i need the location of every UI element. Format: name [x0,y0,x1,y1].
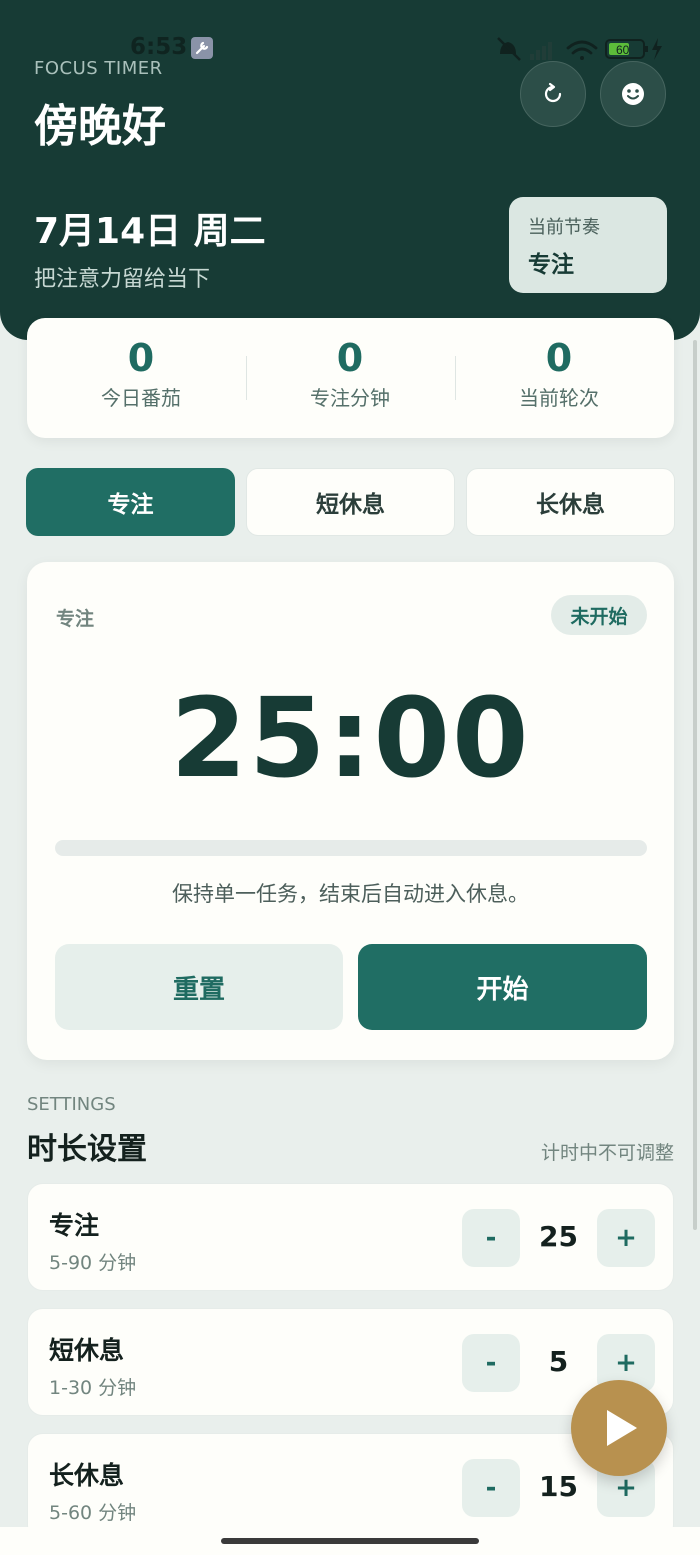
stat-tomatoes: 0 今日番茄 [41,336,241,411]
setting-name: 短休息 [49,1336,125,1365]
short-break-minus-button[interactable]: - [462,1334,520,1392]
greeting: 傍晚好 [34,101,166,152]
reset-button[interactable]: 重置 [55,944,343,1030]
stat-value: 0 [545,336,573,380]
progress-bar [55,840,647,856]
stat-focus-minutes: 0 专注分钟 [250,336,450,411]
app-eyebrow: FOCUS TIMER [34,58,163,79]
start-button[interactable]: 开始 [358,944,647,1030]
tab-focus[interactable]: 专注 [26,468,235,536]
short-break-duration-value: 5 [548,1345,569,1378]
status-badge: 未开始 [551,595,647,635]
settings-note: 计时中不可调整 [540,1142,674,1164]
rhythm-value: 专注 [528,252,574,278]
rhythm-label: 当前节奏 [528,217,600,238]
setting-range: 5-90 分钟 [49,1252,137,1274]
stat-label: 今日番茄 [101,386,181,410]
battery-level: 60 [616,43,630,57]
setting-name: 专注 [49,1211,100,1240]
face-icon [622,83,644,105]
stat-label: 当前轮次 [519,386,599,410]
status-icons: 60 [497,37,662,61]
wifi-icon [566,40,598,60]
focus-minus-button[interactable]: - [462,1209,520,1267]
stat-value: 0 [127,336,155,380]
long-break-minus-button[interactable]: - [462,1459,520,1517]
stat-label: 专注分钟 [310,386,390,410]
timer-mode-label: 专注 [56,608,95,630]
stat-divider [246,356,247,400]
timer-display: 25:00 [170,674,531,802]
refresh-button[interactable] [520,61,586,127]
scrollbar[interactable] [693,340,697,1230]
tab-long-break[interactable]: 长休息 [466,468,675,536]
home-indicator[interactable] [221,1538,479,1544]
refresh-icon [544,82,562,103]
setting-range: 5-60 分钟 [49,1502,137,1524]
header-subtitle: 把注意力留给当下 [34,267,211,292]
current-date: 7月14日 周二 [34,211,266,252]
battery-icon [605,38,662,60]
setting-range: 1-30 分钟 [49,1377,137,1399]
stat-value: 0 [336,336,364,380]
timer-card: 专注 未开始 25:00 保持单一任务，结束后自动进入休息。 重置 开始 [27,562,674,1060]
profile-button[interactable] [600,61,666,127]
setting-short-break: 短休息 1-30 分钟 - 5 + [27,1308,674,1416]
header: 6:53 60 FOCUS TIMER 傍晚好 7月14日 周二 把注意力留给当… [0,0,700,340]
setting-name: 长休息 [49,1461,125,1490]
tab-short-break[interactable]: 短休息 [246,468,455,536]
stat-current-round: 0 当前轮次 [459,336,659,411]
settings-eyebrow: SETTINGS [27,1094,116,1115]
play-icon [607,1410,637,1446]
long-break-duration-value: 15 [539,1470,578,1503]
wrench-icon [191,37,213,59]
mute-icon [497,37,521,61]
signal-icon [530,42,552,60]
focus-plus-button[interactable]: + [597,1209,655,1267]
status-time: 6:53 [130,34,188,60]
current-rhythm-card: 当前节奏 专注 [509,197,667,293]
focus-duration-value: 25 [539,1220,578,1253]
stat-divider [455,356,456,400]
setting-focus: 专注 5-90 分钟 - 25 + [27,1183,674,1291]
floating-play-button[interactable] [571,1380,667,1476]
stats-card: 0 今日番茄 0 专注分钟 0 当前轮次 [27,318,674,438]
timer-hint: 保持单一任务，结束后自动进入休息。 [172,882,529,906]
